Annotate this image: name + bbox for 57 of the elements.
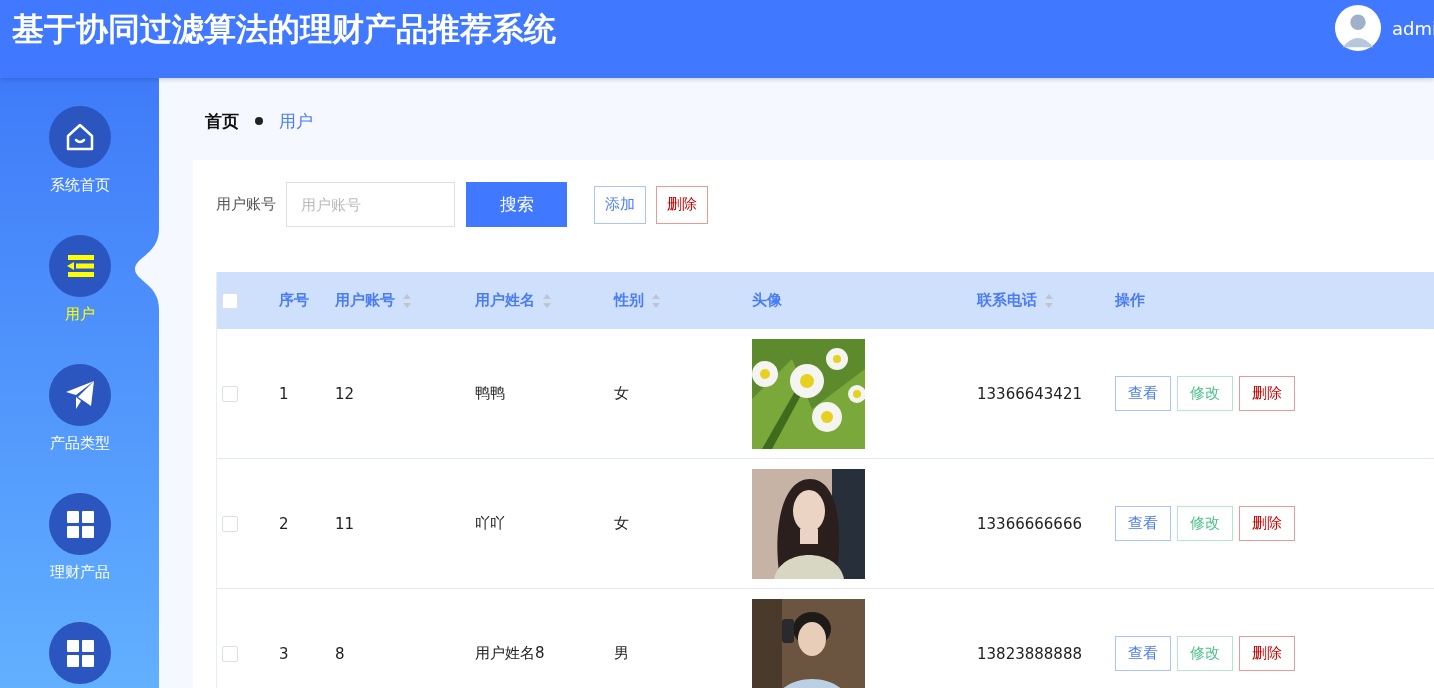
table-cell: 鸭鸭 <box>475 384 505 403</box>
column-header[interactable]: 头像 <box>752 291 782 310</box>
sort-icon[interactable] <box>651 292 661 309</box>
checkbox[interactable] <box>222 515 238 532</box>
sidebar-label: 系统首页 <box>49 176 110 195</box>
sidebar-label: 理财产品 <box>49 563 110 582</box>
separator-dot <box>255 117 263 125</box>
table-cell: 2 <box>279 514 289 533</box>
sidebar-item[interactable]: 系统首页 <box>0 106 159 217</box>
table-cell: 男 <box>614 644 629 663</box>
row-button[interactable]: 修改 <box>1177 376 1233 411</box>
table-cell: 12 <box>335 384 355 403</box>
app-title: 基于协同过滤算法的理财产品推荐系统 <box>12 9 556 50</box>
table-cell: 女 <box>614 384 629 403</box>
checkbox[interactable] <box>222 385 238 402</box>
sort-icon[interactable] <box>1044 292 1054 309</box>
search-button[interactable]: 搜索 <box>466 182 567 227</box>
user-avatar[interactable] <box>1334 4 1382 52</box>
breadcrumb-link[interactable]: 首页 <box>205 109 239 133</box>
column-header[interactable]: 用户账号 <box>335 291 412 310</box>
toolbar-button[interactable]: 添加 <box>594 185 646 224</box>
row-button[interactable]: 删除 <box>1239 636 1295 671</box>
table-cell: 13366666666 <box>977 514 1082 533</box>
table-cell: 吖吖 <box>475 514 505 533</box>
table-cell: 女 <box>614 514 629 533</box>
account-input[interactable]: 用户账号 <box>286 182 455 227</box>
row-button[interactable]: 查看 <box>1115 636 1171 671</box>
column-header[interactable]: 用户姓名 <box>475 291 552 310</box>
sidebar-item[interactable]: 用户 <box>0 235 159 346</box>
row-button[interactable]: 删除 <box>1239 506 1295 541</box>
table-cell: 1 <box>279 384 289 403</box>
sidebar-label: 用户 <box>64 305 95 324</box>
row-button[interactable]: 删除 <box>1239 376 1295 411</box>
table-cell: 3 <box>279 644 289 663</box>
row-button[interactable]: 查看 <box>1115 376 1171 411</box>
row-button[interactable]: 查看 <box>1115 506 1171 541</box>
sort-icon[interactable] <box>402 292 412 309</box>
column-header[interactable]: 性别 <box>614 291 661 310</box>
table-cell: 8 <box>335 644 345 663</box>
toolbar-button[interactable]: 删除 <box>656 185 708 224</box>
column-header[interactable]: 联系电话 <box>977 291 1054 310</box>
column-header[interactable]: 操作 <box>1115 291 1145 310</box>
column-header[interactable]: 序号 <box>279 291 309 310</box>
sort-icon[interactable] <box>542 292 552 309</box>
table-cell: 13366643421 <box>977 384 1082 403</box>
field-label: 用户账号 <box>216 195 276 214</box>
table-cell: 11 <box>335 514 355 533</box>
checkbox[interactable] <box>222 292 238 309</box>
sidebar-label: 产品类型 <box>49 434 110 453</box>
table-cell: 用户姓名8 <box>475 644 545 663</box>
checkbox[interactable] <box>222 645 238 662</box>
row-button[interactable]: 修改 <box>1177 636 1233 671</box>
row-button[interactable]: 修改 <box>1177 506 1233 541</box>
sidebar-item[interactable]: 理财产品 <box>0 493 159 604</box>
breadcrumb-link[interactable]: 用户 <box>279 109 313 133</box>
sidebar-item[interactable]: 产品类型 <box>0 364 159 475</box>
table-cell: 13823888888 <box>977 644 1082 663</box>
